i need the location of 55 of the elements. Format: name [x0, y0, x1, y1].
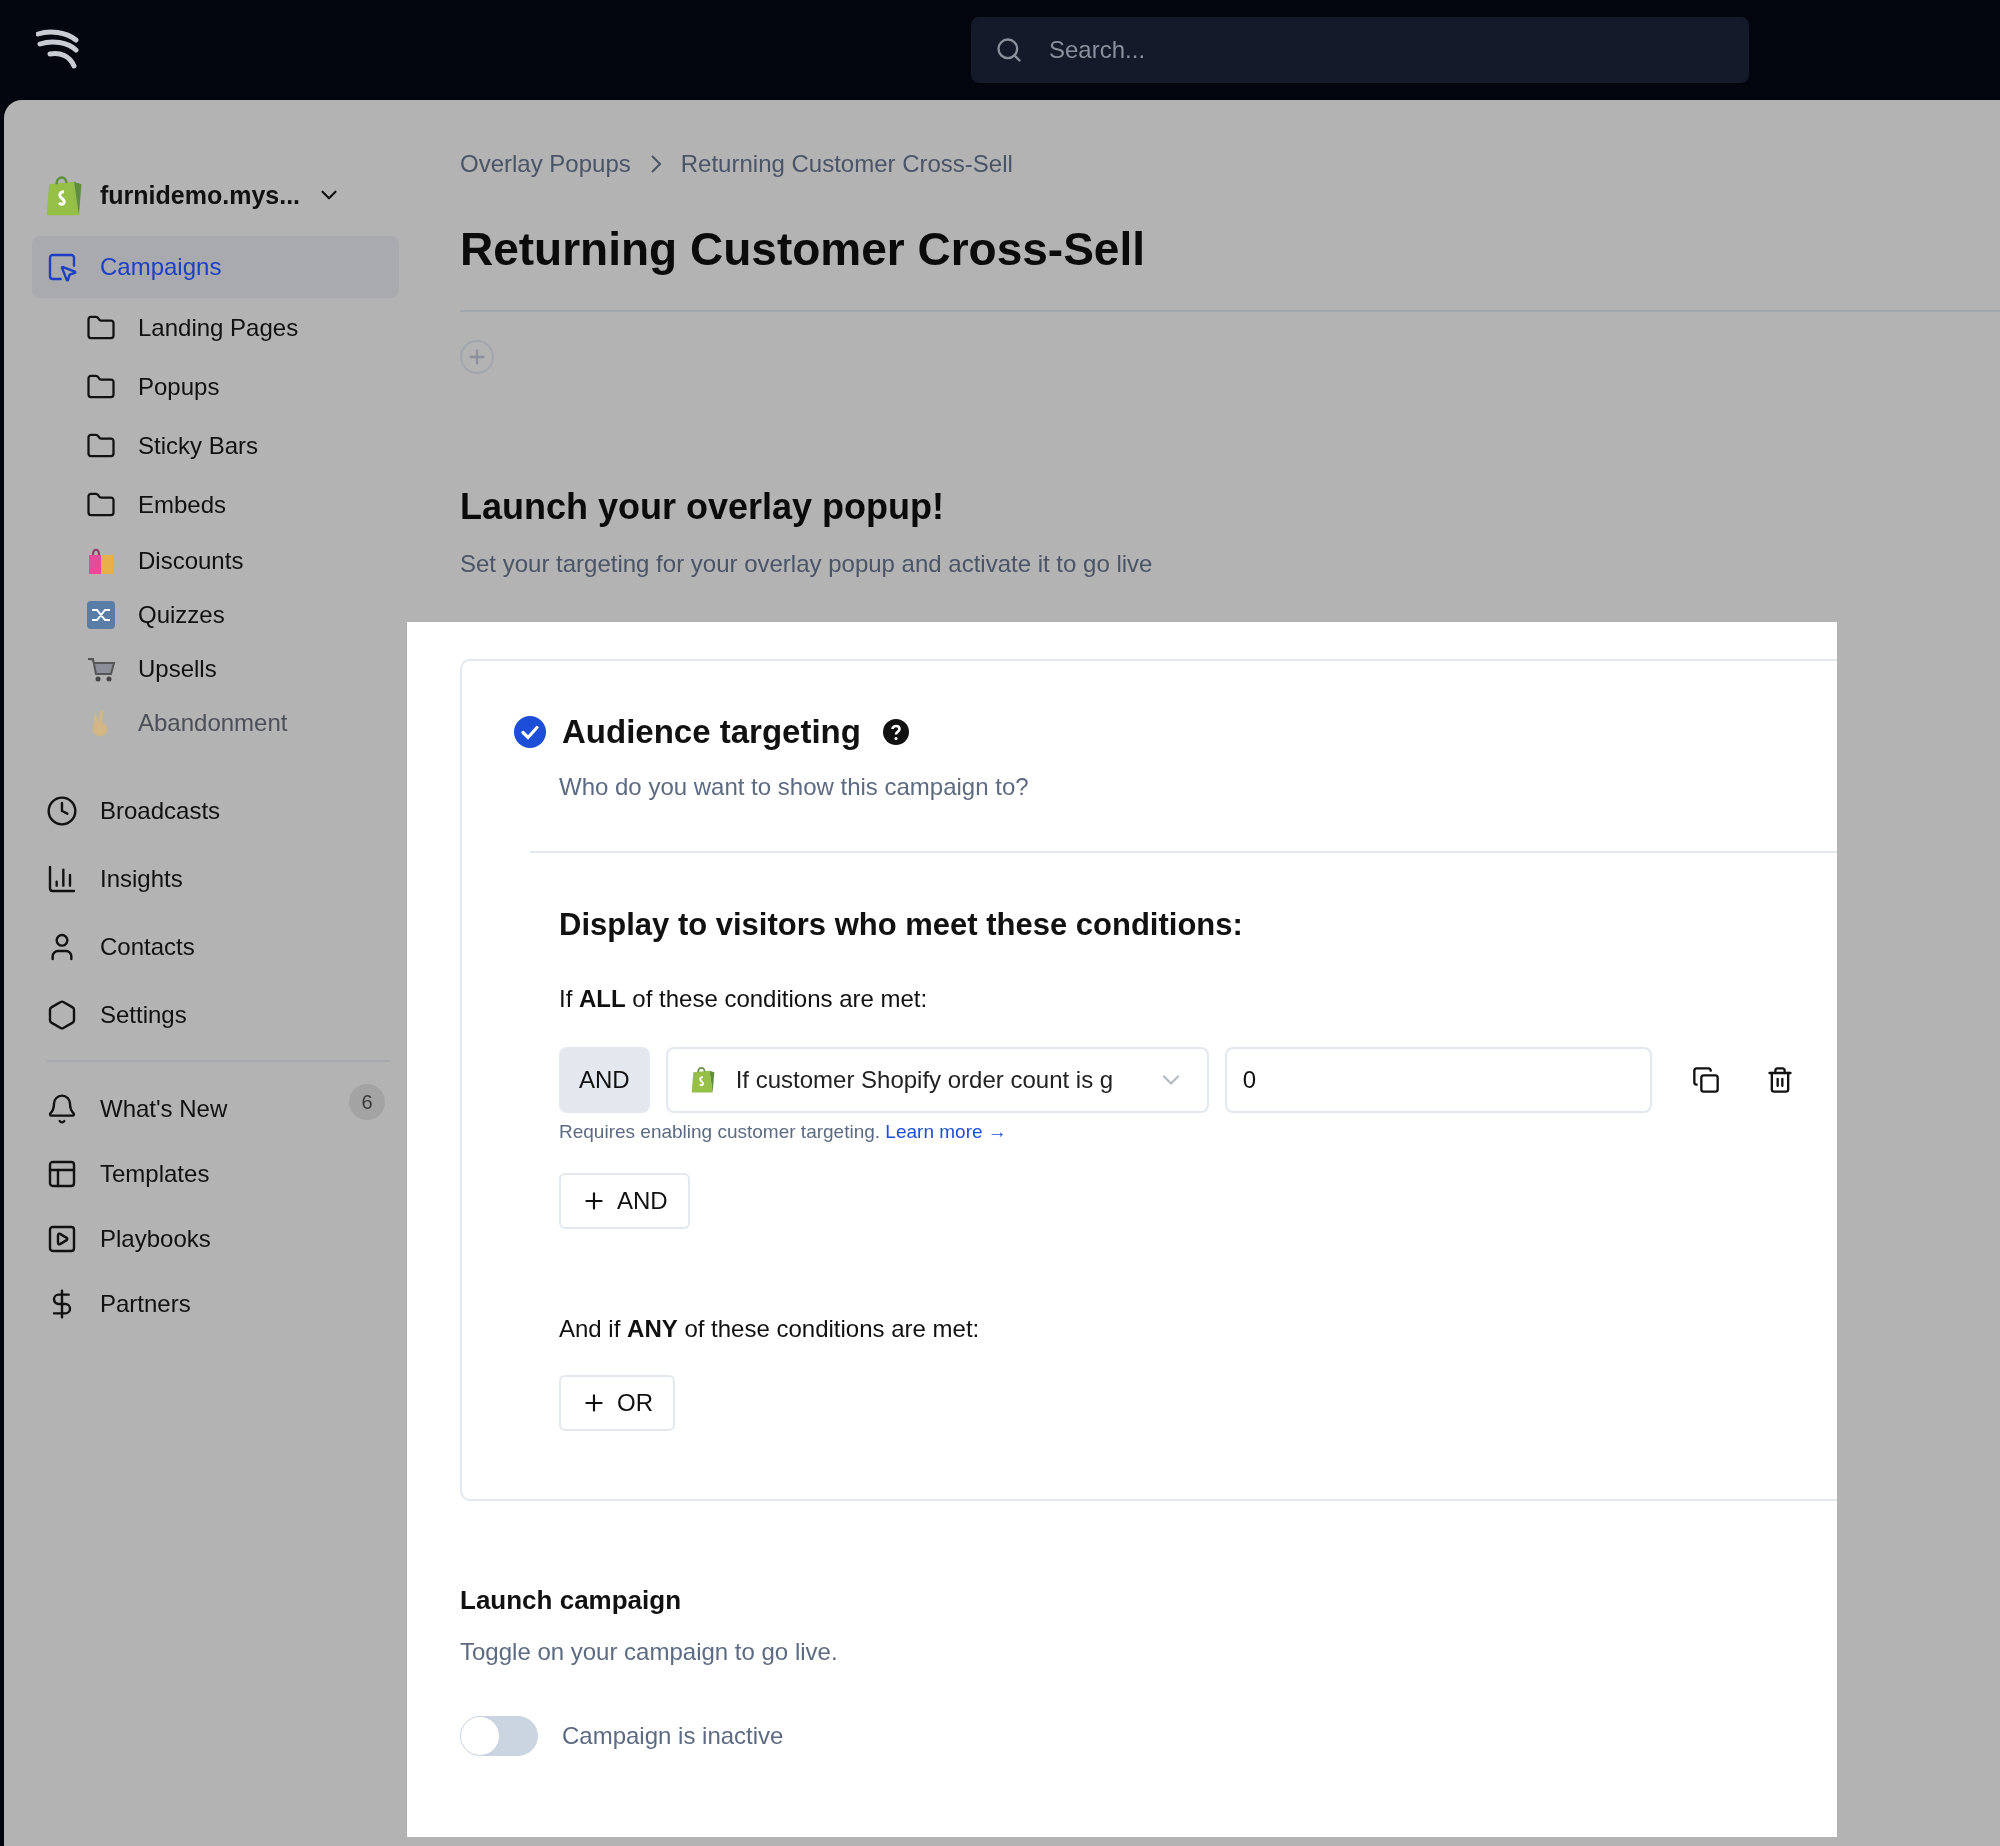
value-input[interactable]: 0 — [1224, 1047, 1652, 1113]
learn-more-link[interactable]: Learn more → — [885, 1121, 1007, 1142]
bell-icon — [46, 1092, 78, 1125]
nav-item[interactable]: Contacts — [32, 916, 399, 978]
cursor-icon — [46, 251, 78, 283]
conditions-heading: Display to visitors who meet these conditions: — [559, 907, 1244, 943]
nav-item[interactable]: Playbooks — [32, 1206, 399, 1271]
page-title: Returning Customer Cross-Sell — [460, 222, 1146, 276]
clock-icon — [46, 795, 78, 827]
help-icon[interactable] — [882, 719, 909, 745]
logo-icon — [36, 28, 82, 72]
section-heading: Launch your overlay popup! — [460, 486, 946, 528]
operator-button[interactable]: AND — [559, 1047, 650, 1113]
shuffle-icon — [86, 600, 116, 630]
nav-item[interactable]: Insights — [32, 848, 399, 910]
nav-item[interactable]: What's New 6 — [32, 1076, 399, 1141]
launch-subtitle: Toggle on your campaign to go live. — [460, 1638, 839, 1666]
conditions-label: And if ANY of these conditions are met: — [559, 1315, 980, 1342]
helper-text: Requires enabling customer targeting. Learn more → — [559, 1121, 1008, 1143]
search-icon — [995, 36, 1023, 64]
nav-item[interactable]: Campaigns — [32, 236, 399, 298]
toggle-label: Campaign is inactive — [562, 1722, 784, 1750]
card-title: Audience targeting — [562, 713, 861, 751]
search-bar[interactable]: Search... — [971, 17, 1749, 83]
bar-chart-icon — [46, 863, 78, 895]
settings-icon — [46, 999, 78, 1031]
nav-sub-item[interactable]: Popups — [32, 357, 399, 416]
card-subtitle: Who do you want to show this campaign to? — [559, 773, 1030, 801]
toggle-switch[interactable] — [460, 1716, 538, 1756]
delete-icon[interactable] — [1765, 1066, 1794, 1094]
breadcrumb-link[interactable]: Returning Customer Cross-Sell — [680, 150, 1013, 178]
nav-sub-item[interactable]: Sticky Bars — [32, 416, 399, 475]
condition-select[interactable]: If customer Shopify order count is g — [665, 1047, 1209, 1113]
search-field[interactable]: Search... — [1047, 35, 1725, 65]
section-subtitle: Set your targeting for your overlay popup and activate it to go live — [460, 550, 1154, 578]
nav-item[interactable]: Settings — [32, 984, 399, 1046]
nav-item[interactable]: Broadcasts — [32, 780, 399, 842]
nav-item[interactable]: Partners — [32, 1271, 399, 1336]
nav-item[interactable]: Templates — [32, 1141, 399, 1206]
nav-sub-item[interactable]: Landing Pages — [32, 298, 399, 357]
shopping-bag-icon — [689, 1065, 716, 1095]
gift-bag-icon — [86, 546, 116, 576]
nav-sub-item[interactable]: Upsells — [32, 642, 399, 696]
chevron-right-icon — [650, 155, 661, 173]
add-and-button[interactable]: AND — [559, 1173, 690, 1229]
launch-heading: Launch campaign — [460, 1585, 683, 1616]
nav-sub-item[interactable]: Quizzes — [32, 588, 399, 642]
nav-sub-item[interactable]: Discounts — [32, 534, 399, 588]
copy-icon[interactable] — [1691, 1066, 1720, 1094]
store-name[interactable]: furnidemo.mys... — [100, 180, 301, 210]
add-or-button[interactable]: OR — [559, 1375, 675, 1431]
conditions-label: If ALL of these conditions are met: — [559, 985, 928, 1012]
breadcrumb-link[interactable]: Overlay Popups — [460, 150, 631, 178]
nav-sub-item[interactable]: Embeds — [32, 475, 399, 534]
count-badge: 6 — [349, 1084, 385, 1120]
